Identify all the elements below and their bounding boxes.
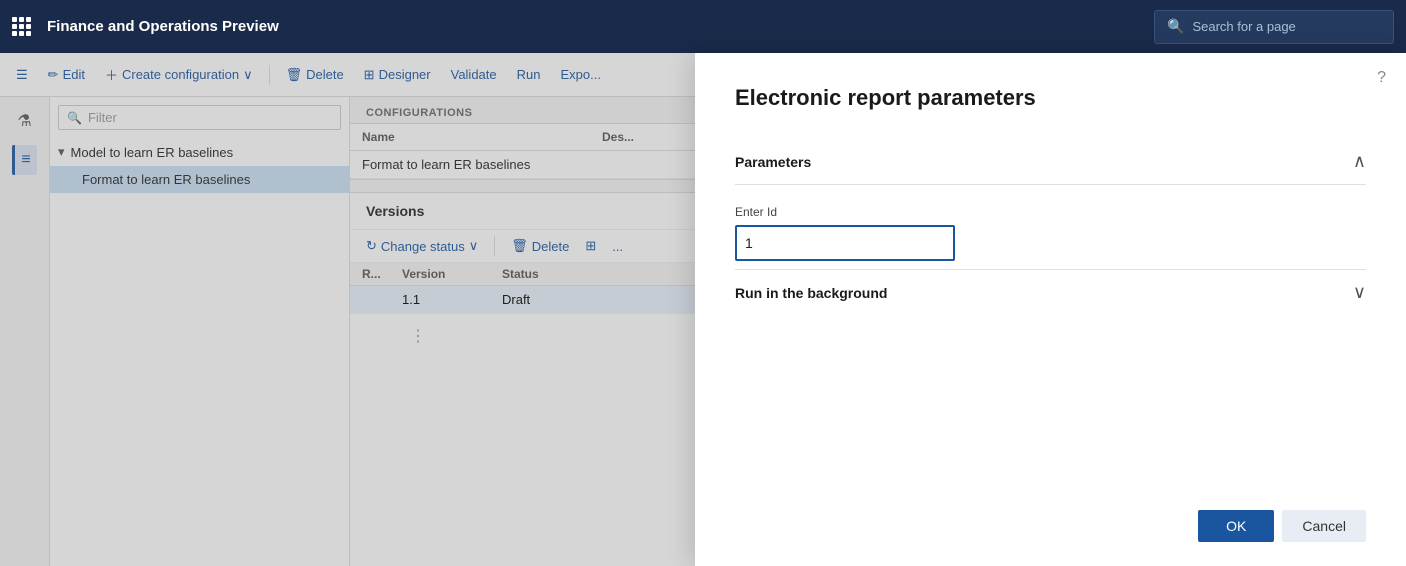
- modal-overlay: ? Electronic report parameters Parameter…: [0, 53, 1406, 566]
- parameters-section-title: Parameters: [735, 154, 811, 170]
- modal-title: Electronic report parameters: [735, 85, 1366, 111]
- run-background-chevron-down-icon: ∨: [1353, 282, 1366, 303]
- modal-panel: ? Electronic report parameters Parameter…: [695, 53, 1406, 566]
- main-area: ☰ ✏ Edit ＋ Create configuration ∨ 🗑 Dele…: [0, 53, 1406, 566]
- cancel-button[interactable]: Cancel: [1282, 510, 1366, 542]
- parameters-chevron-up-icon: ∧: [1353, 151, 1366, 172]
- modal-footer: OK Cancel: [735, 494, 1366, 542]
- parameters-section-header[interactable]: Parameters ∧: [735, 139, 1366, 185]
- help-icon[interactable]: ?: [1377, 69, 1386, 87]
- enter-id-field-group: Enter Id: [735, 185, 1366, 269]
- top-nav: Finance and Operations Preview 🔍: [0, 0, 1406, 53]
- run-background-section-title: Run in the background: [735, 285, 887, 301]
- enter-id-input[interactable]: [735, 225, 955, 261]
- search-bar[interactable]: 🔍: [1154, 10, 1394, 44]
- enter-id-label: Enter Id: [735, 205, 1366, 219]
- search-icon: 🔍: [1167, 18, 1184, 35]
- search-input[interactable]: [1192, 19, 1381, 34]
- apps-icon[interactable]: [12, 17, 31, 36]
- app-title: Finance and Operations Preview: [47, 18, 279, 35]
- run-background-section-header[interactable]: Run in the background ∨: [735, 269, 1366, 315]
- parameters-section: Parameters ∧ Enter Id: [735, 139, 1366, 269]
- ok-button[interactable]: OK: [1198, 510, 1274, 542]
